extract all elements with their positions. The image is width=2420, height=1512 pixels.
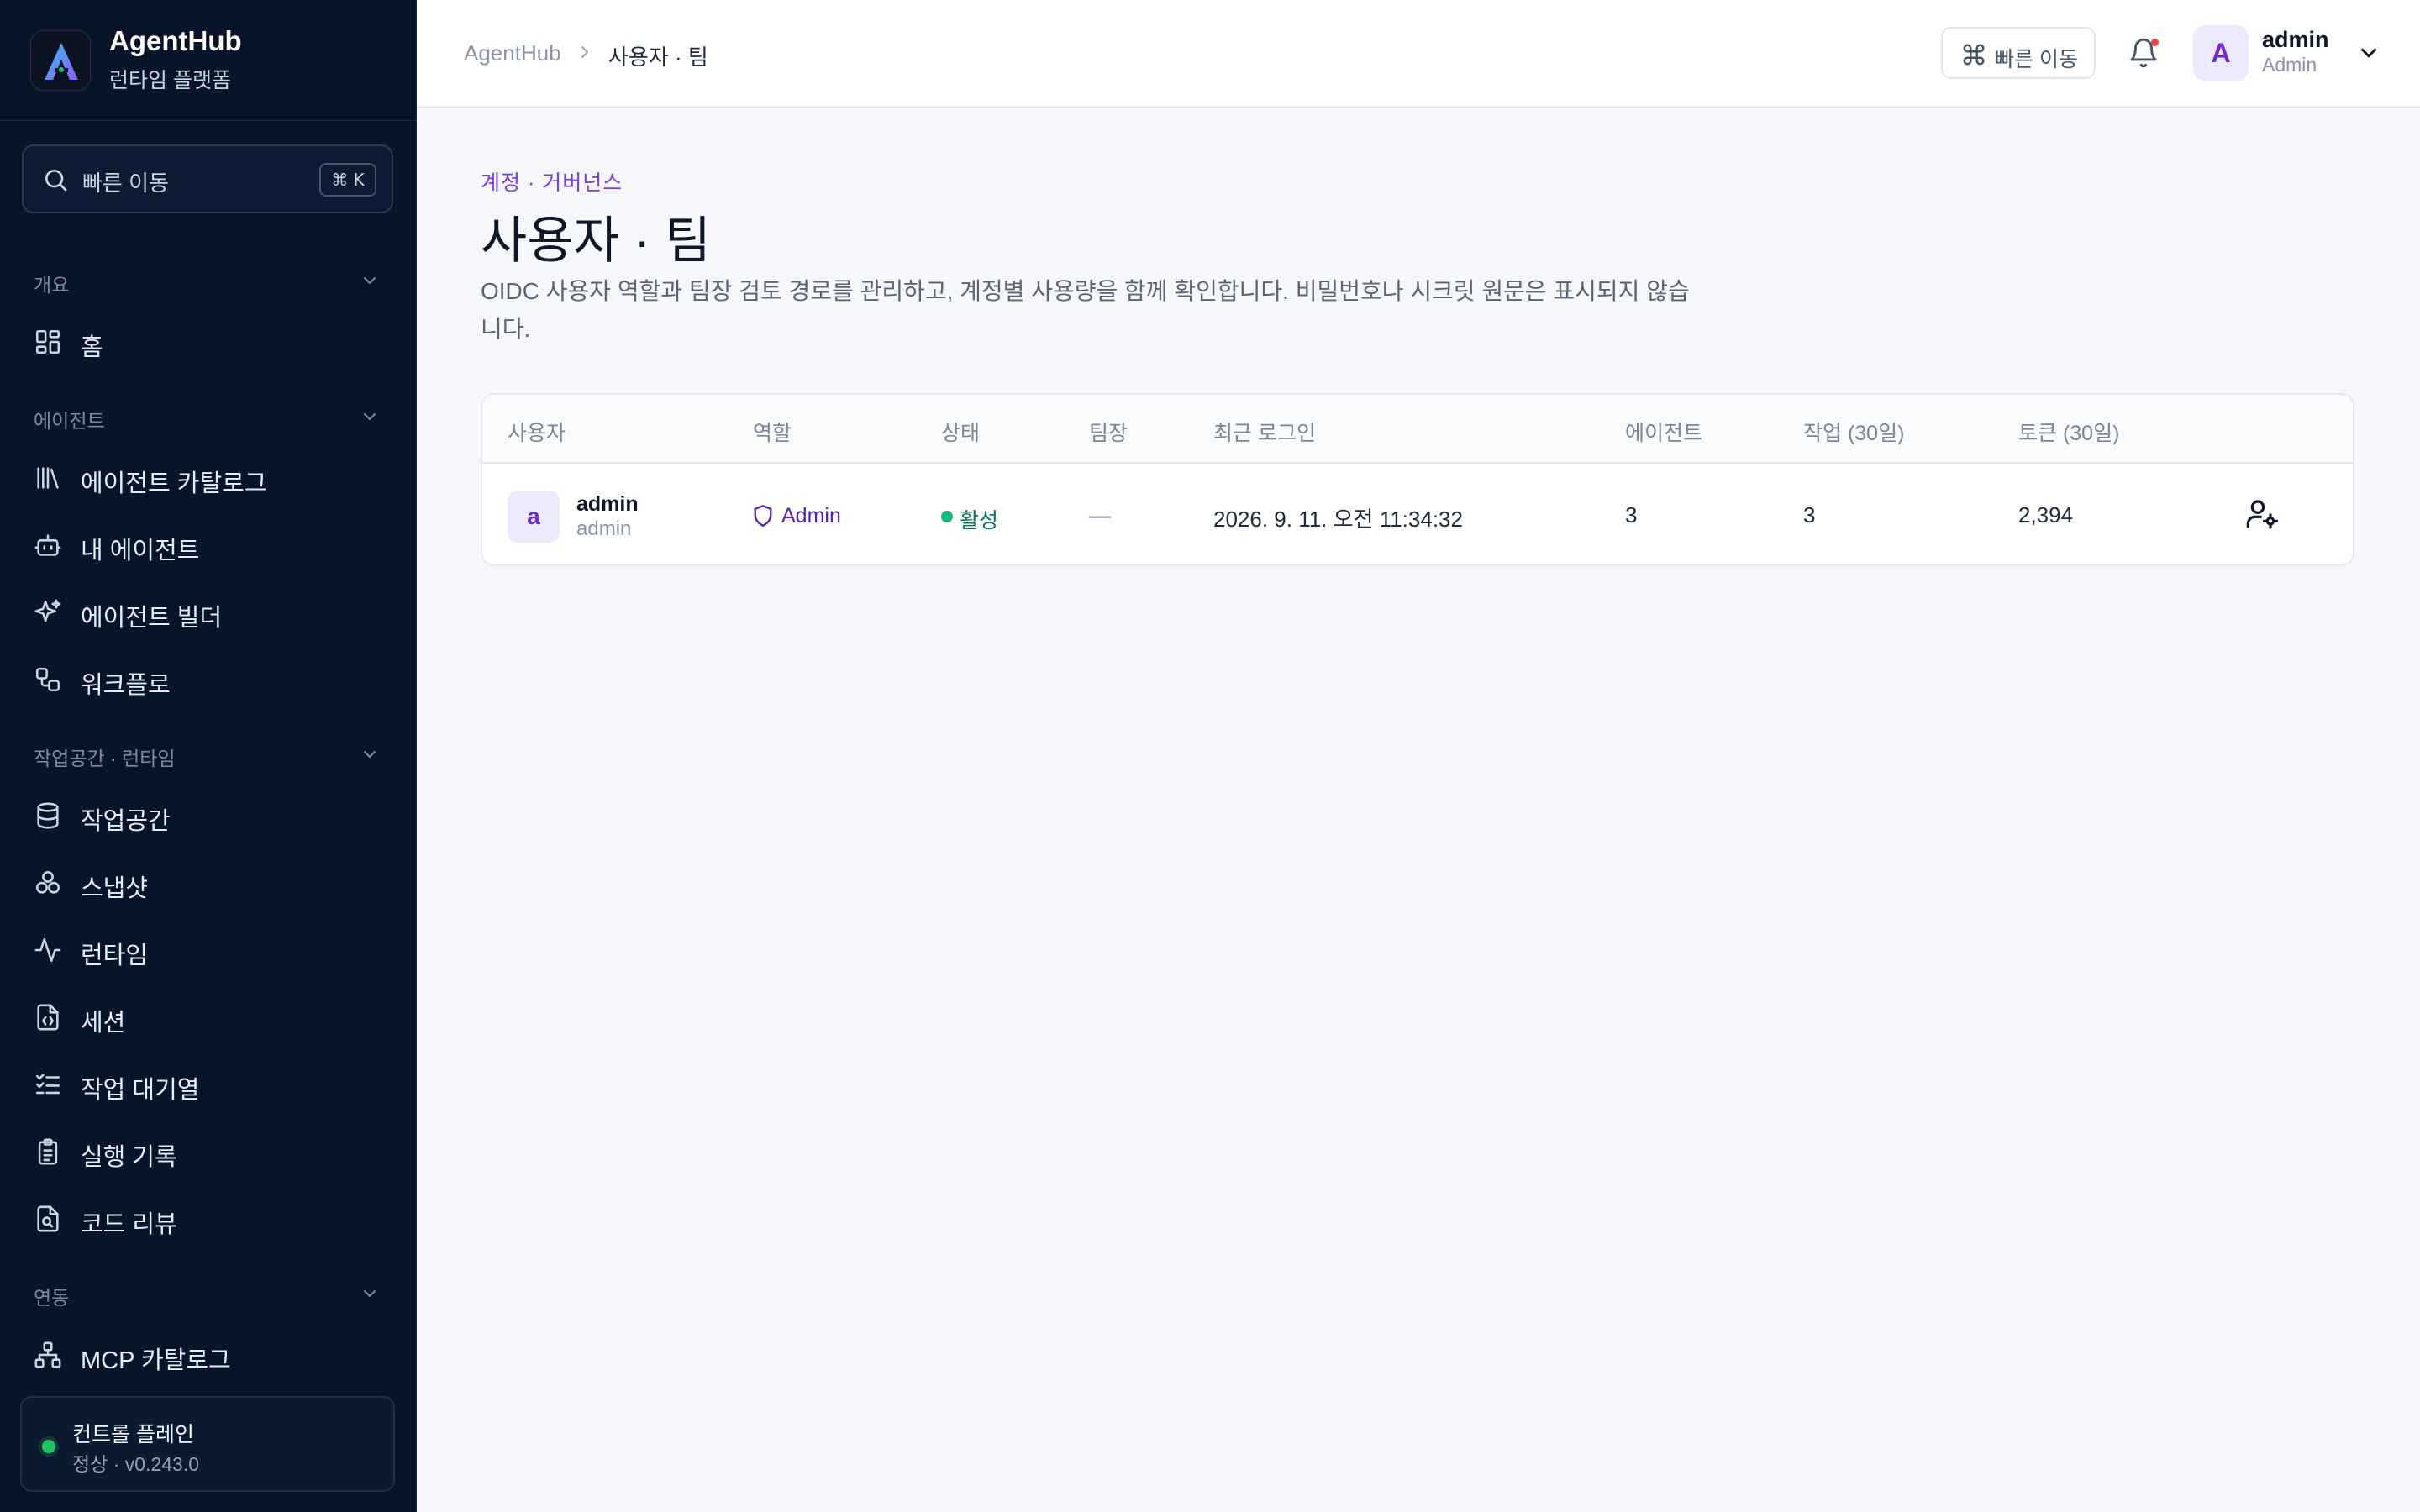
section-label-agents: 에이전트 [34,410,105,432]
chevron-down-icon[interactable] [360,407,380,431]
quick-jump-button[interactable]: 빠른 이동 [1941,27,2096,79]
brand-header[interactable]: AgentHub 런타임 플랫폼 [0,0,417,121]
user-name: admin [576,492,639,516]
status-dot [941,511,953,522]
control-plane-status[interactable]: 컨트롤 플레인 정상 · v0.243.0 [20,1396,395,1492]
control-plane-version: 정상 · v0.243.0 [72,1453,199,1475]
agenthub-logo-icon [30,30,91,91]
column-header-status: 상태 [941,422,981,445]
column-header-tokens: 토큰 (30일) [2018,422,2120,445]
chevron-down-icon[interactable] [2356,40,2381,70]
sidebar-item-agent-catalog[interactable]: 에이전트 카탈로그 [20,450,397,504]
column-header-lead: 팀장 [1089,422,1128,445]
sidebar-item-home[interactable]: 홈 [20,314,397,368]
notification-dot [2151,39,2159,46]
sidebar-item-label: 작업 대기열 [81,1077,200,1104]
list-checks-icon [34,1070,62,1103]
section-label-overview: 개요 [34,274,70,296]
sidebar: AgentHub 런타임 플랫폼 빠른 이동 ⌘ K 개요 홈 에이전트 에이전… [0,0,417,1512]
sidebar-item-label: 홈 [81,334,103,361]
shortcut-badge: ⌘ K [319,163,376,197]
section-label-integrations: 연동 [34,1287,70,1309]
database-icon [34,801,62,834]
sidebar-item-label: 에이전트 카탈로그 [81,470,267,497]
brand-title: AgentHub [109,25,242,56]
role-label: Admin [781,504,841,528]
network-icon [34,1341,62,1373]
sidebar-item-job-queue[interactable]: 작업 대기열 [20,1057,397,1110]
sidebar-item-mcp-catalog[interactable]: MCP 카탈로그 [20,1327,397,1381]
workflow-icon [34,665,62,698]
tokens-count: 2,394 [2018,502,2074,528]
sidebar-item-label: MCP 카탈로그 [81,1347,231,1374]
file-code-icon [34,1003,62,1036]
team-lead-value: — [1089,502,1111,528]
sidebar-item-code-review[interactable]: 코드 리뷰 [20,1191,397,1245]
avatar[interactable]: A [2193,25,2249,81]
control-plane-title: 컨트롤 플레인 [72,1423,194,1446]
jobs-count: 3 [1803,502,1816,528]
column-header-last-login: 최근 로그인 [1213,422,1316,445]
sidebar-item-my-agents[interactable]: 내 에이전트 [20,517,397,571]
quick-search-button[interactable]: 빠른 이동 ⌘ K [22,144,393,213]
page-eyebrow: 계정 · 거버넌스 [481,171,623,195]
sidebar-item-label: 실행 기록 [81,1144,177,1171]
page-description: OIDC 사용자 역할과 팀장 검토 경로를 관리하고, 계정별 사용량을 함께… [481,278,1690,342]
bot-icon [34,531,62,564]
sidebar-item-workspace[interactable]: 작업공간 [20,788,397,842]
sidebar-item-label: 스냅샷 [81,875,149,902]
users-table: 사용자 역할 상태 팀장 최근 로그인 에이전트 작업 (30일) 토큰 (30… [481,393,2354,566]
avatar: a [508,491,560,543]
sidebar-item-label: 워크플로 [81,672,171,699]
chevron-down-icon[interactable] [360,1284,380,1308]
sidebar-item-label: 에이전트 빌더 [81,605,223,632]
sidebar-item-label: 내 에이전트 [81,538,200,564]
sidebar-item-workflow[interactable]: 워크플로 [20,652,397,706]
breadcrumb-root[interactable]: AgentHub [464,40,561,66]
agents-count: 3 [1625,502,1638,528]
sidebar-item-label: 코드 리뷰 [81,1211,177,1238]
column-header-user: 사용자 [508,422,566,445]
column-header-role: 역할 [753,422,792,445]
quick-jump-label: 빠른 이동 [1995,48,2078,71]
home-grid-icon [34,328,62,360]
user-login: admin [576,517,632,540]
search-icon [42,166,69,197]
page-title: 사용자 · 팀 [481,213,712,269]
sidebar-item-snapshot[interactable]: 스냅샷 [20,855,397,909]
breadcrumb-current: 사용자 · 팀 [608,45,708,70]
status-dot [42,1440,55,1453]
sparkles-icon [34,598,62,631]
column-header-agents: 에이전트 [1625,422,1703,445]
chevron-down-icon[interactable] [360,270,380,295]
chevron-down-icon[interactable] [360,744,380,769]
chevron-right-icon [575,42,595,66]
clipboard-list-icon [34,1137,62,1170]
shield-icon [751,504,775,532]
brand-subtitle: 런타임 플랫폼 [109,69,231,92]
activity-icon [34,936,62,969]
sidebar-item-runtime[interactable]: 런타임 [20,922,397,976]
boxes-icon [34,869,62,901]
command-icon [1961,42,1986,71]
column-header-jobs: 작업 (30일) [1803,422,1905,445]
sidebar-item-run-history[interactable]: 실행 기록 [20,1124,397,1178]
user-role: Admin [2262,54,2317,76]
sidebar-item-label: 작업공간 [81,808,171,835]
section-label-workspace-runtime: 작업공간 · 런타임 [34,748,176,769]
sidebar-item-label: 런타임 [81,942,149,969]
file-search-icon [34,1205,62,1237]
top-bar: AgentHub 사용자 · 팀 빠른 이동 A admin Admin [417,0,2420,108]
status-label: 활성 [960,509,999,533]
table-header: 사용자 역할 상태 팀장 최근 로그인 에이전트 작업 (30일) 토큰 (30… [482,395,2353,464]
library-icon [34,464,62,496]
user-name[interactable]: admin [2262,27,2329,53]
sidebar-item-label: 세션 [81,1010,126,1037]
status-badge: 활성 [938,501,1039,533]
last-login-value: 2026. 9. 11. 오전 11:34:32 [1213,507,1463,532]
user-settings-icon[interactable] [2245,497,2279,535]
sidebar-item-agent-builder[interactable]: 에이전트 빌더 [20,585,397,638]
quick-search-label: 빠른 이동 [82,171,169,196]
sidebar-item-session[interactable]: 세션 [20,990,397,1043]
